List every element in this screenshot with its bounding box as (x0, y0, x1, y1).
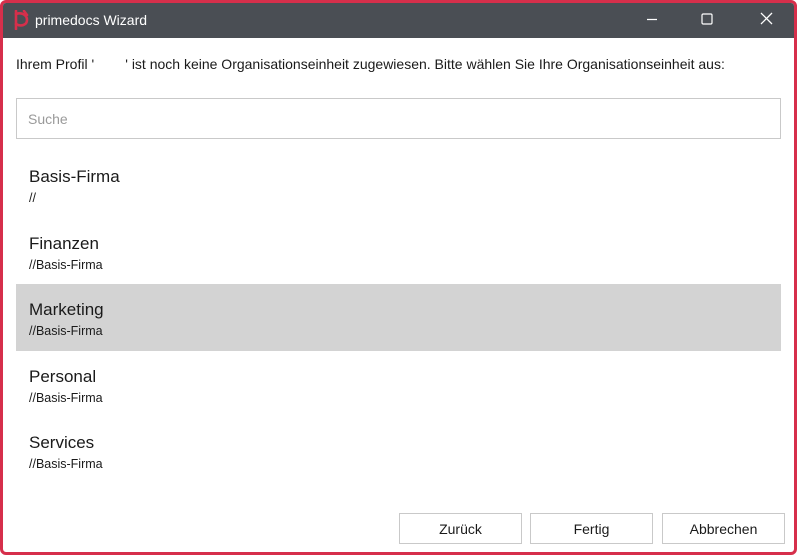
org-unit-name: Marketing (29, 300, 104, 319)
cancel-button[interactable]: Abbrechen (662, 513, 785, 544)
maximize-button[interactable] (684, 3, 730, 38)
finish-button[interactable]: Fertig (530, 513, 653, 544)
org-unit-list: Basis-Firma // Finanzen //Basis-Firma Ma… (16, 151, 781, 484)
search-box[interactable] (16, 98, 781, 139)
org-unit-path: //Basis-Firma (29, 324, 103, 338)
minimize-icon (646, 12, 658, 30)
org-unit-item[interactable]: Services //Basis-Firma (16, 417, 781, 484)
title-bar[interactable]: primedocs Wizard (3, 3, 794, 38)
org-unit-item[interactable]: Basis-Firma // (16, 151, 781, 218)
org-unit-path: //Basis-Firma (29, 457, 103, 471)
org-unit-name: Personal (29, 366, 97, 386)
org-unit-name: Services (29, 433, 95, 452)
primedocs-logo-icon (12, 9, 30, 31)
org-unit-item[interactable]: Finanzen //Basis-Firma (16, 218, 781, 285)
org-unit-path: //Basis-Firma (29, 257, 103, 272)
org-unit-name: Basis-Firma (29, 167, 120, 186)
close-icon (760, 12, 773, 30)
org-unit-name: Finanzen (29, 233, 99, 253)
org-unit-path: //Basis-Firma (29, 390, 103, 405)
minimize-button[interactable] (629, 3, 675, 38)
org-unit-item-selected[interactable]: Marketing //Basis-Firma (16, 284, 781, 351)
maximize-icon (701, 12, 713, 30)
org-unit-item[interactable]: Personal //Basis-Firma (16, 351, 781, 418)
wizard-window: primedocs Wizard Ihrem Profil ' ' ist no… (0, 0, 797, 555)
window-title: primedocs Wizard (35, 12, 148, 28)
back-button[interactable]: Zurück (399, 513, 522, 544)
search-input[interactable] (17, 99, 780, 138)
close-button[interactable] (743, 3, 789, 38)
org-unit-path: // (29, 191, 36, 205)
instruction-text: Ihrem Profil ' ' ist noch keine Organisa… (16, 56, 725, 72)
